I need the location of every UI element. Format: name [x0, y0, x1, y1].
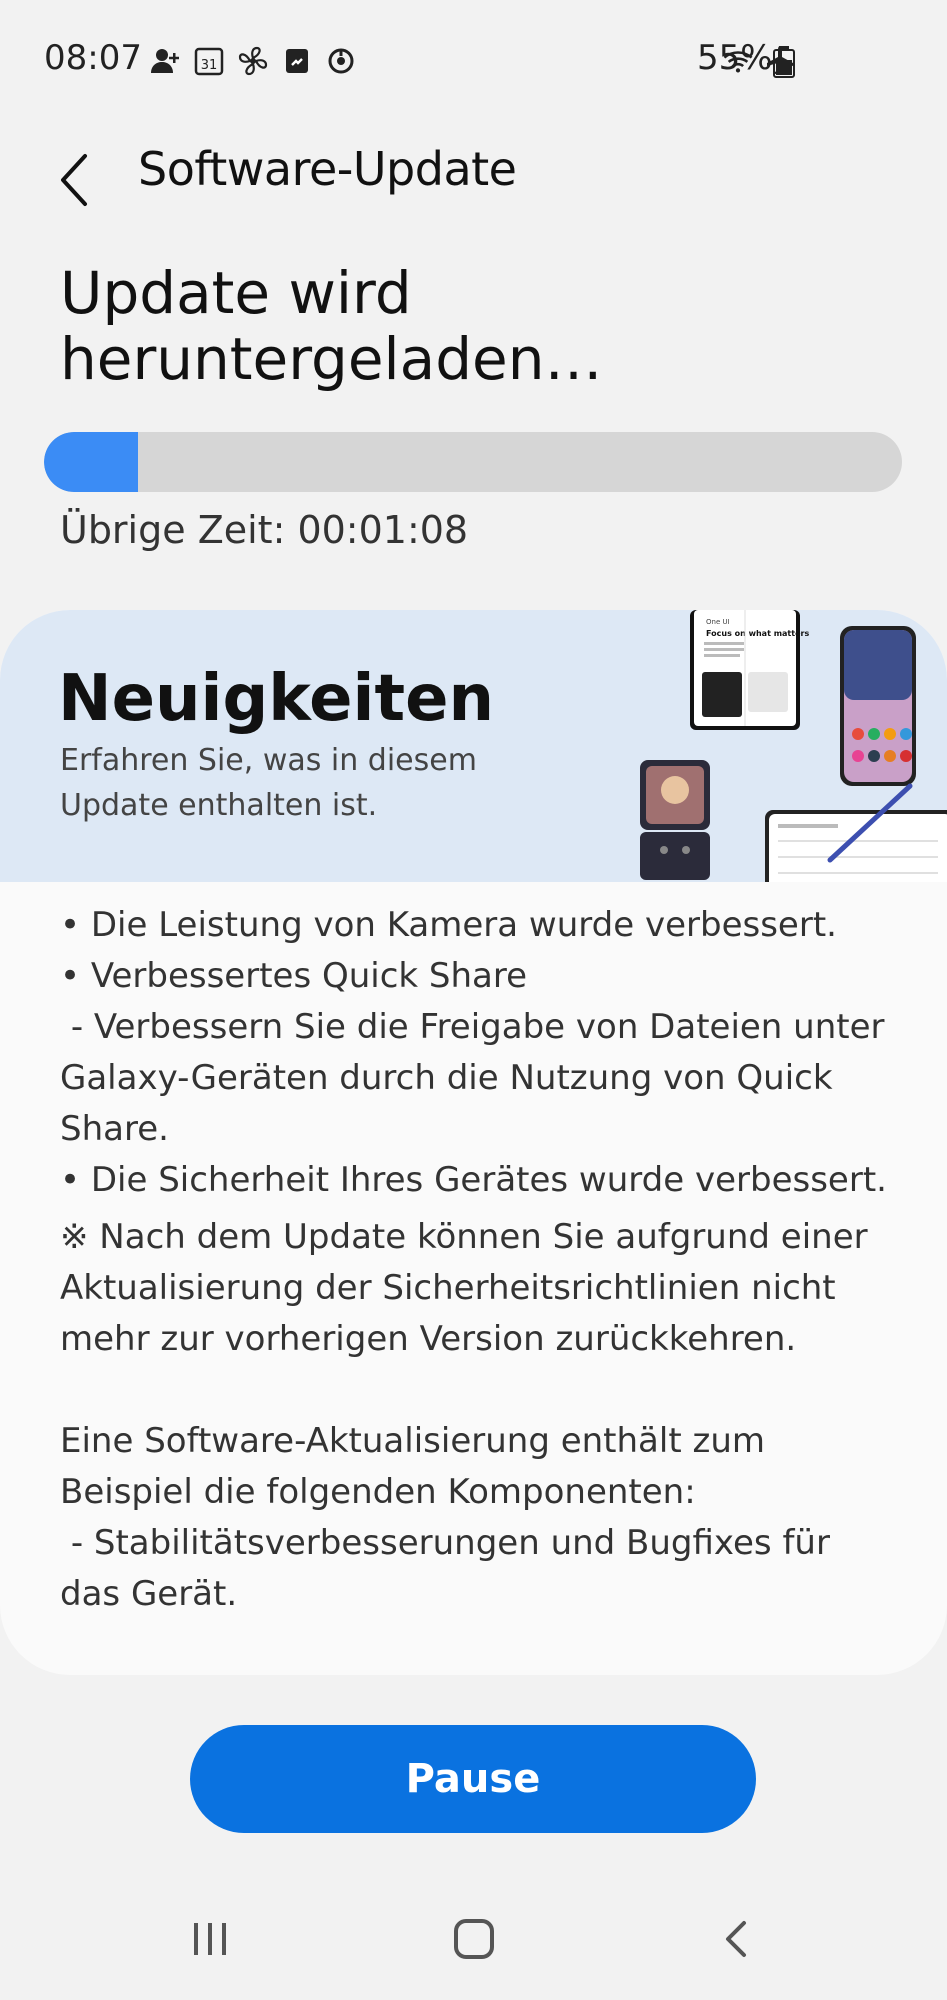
download-progress-fill	[44, 432, 138, 492]
release-note-line: • Die Leistung von Kamera wurde verbesse…	[60, 905, 837, 945]
page-title: Software-Update	[138, 142, 517, 196]
home-icon	[454, 1919, 494, 1959]
whats-new-banner: Neuigkeiten Erfahren Sie, was in diesem …	[0, 610, 947, 882]
release-note-line: - Verbessern Sie die Freigabe von Dateie…	[60, 1007, 896, 1149]
app-header: Software-Update	[0, 120, 947, 240]
home-button[interactable]	[434, 1909, 514, 1969]
calendar-31-icon: 31	[192, 44, 226, 78]
add-person-icon	[148, 44, 182, 78]
navigation-bar	[0, 1885, 947, 2000]
whats-new-card: Neuigkeiten Erfahren Sie, was in diesem …	[0, 610, 947, 1675]
galaxy-devices-illustration: One UI Focus on what matters	[640, 610, 947, 882]
remaining-time: Übrige Zeit: 00:01:08	[60, 508, 469, 552]
release-note-line: • Die Sicherheit Ihres Gerätes wurde ver…	[60, 1160, 887, 1200]
notification-icons: 31	[148, 44, 358, 78]
svg-text:Focus on what matters: Focus on what matters	[706, 629, 809, 638]
recents-icon	[194, 1923, 226, 1955]
recents-button[interactable]	[170, 1909, 250, 1969]
pause-button[interactable]: Pause	[190, 1725, 756, 1833]
release-note-line: - Stabilitätsverbesserungen und Bugfixes…	[60, 1523, 841, 1614]
back-button[interactable]	[40, 140, 110, 220]
release-note-line: ※ Nach dem Update können Sie aufgrund ei…	[60, 1217, 879, 1359]
status-time: 08:07	[44, 38, 142, 78]
battery-percent: 55%	[697, 38, 773, 78]
download-progress-bar	[44, 432, 902, 492]
battery-icon	[773, 46, 795, 78]
back-icon	[726, 1921, 746, 1957]
sync-icon	[324, 44, 358, 78]
release-note-spacer	[60, 1365, 900, 1416]
release-note-line: Eine Software-Aktualisierung enthält zum…	[60, 1421, 776, 1512]
whats-new-subtitle: Erfahren Sie, was in diesem Update entha…	[60, 743, 477, 823]
release-notes: • Die Leistung von Kamera wurde verbesse…	[60, 900, 900, 1620]
download-status-title: Update wird heruntergeladen…	[60, 259, 603, 393]
svg-text:31: 31	[201, 58, 218, 73]
nav-back-button[interactable]	[698, 1909, 778, 1969]
release-note-line: • Verbessertes Quick Share	[60, 956, 528, 996]
svg-text:One UI: One UI	[706, 618, 730, 626]
status-bar: 08:07 31 55%	[0, 0, 947, 120]
screen: 08:07 31 55% Software-Update Update wird…	[0, 0, 947, 2000]
chevron-left-icon	[61, 154, 87, 206]
phone-icon	[280, 44, 314, 78]
download-card: Update wird heruntergeladen… Übrige Zeit…	[0, 240, 947, 610]
whats-new-heading: Neuigkeiten	[58, 662, 495, 736]
fan-icon	[236, 44, 270, 78]
